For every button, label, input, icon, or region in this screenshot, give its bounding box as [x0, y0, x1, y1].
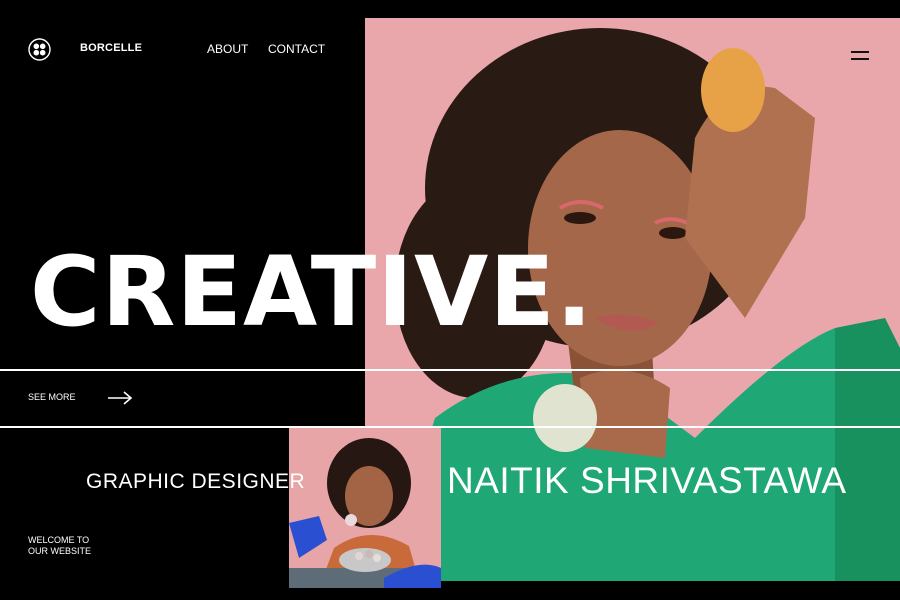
role-title: GRAPHIC DESIGNER [86, 470, 306, 493]
thumbnail-photo [289, 428, 441, 588]
arrow-right-icon[interactable] [107, 390, 133, 406]
thumbnail-photo-illustration [289, 428, 441, 588]
menu-icon-bar [851, 58, 869, 60]
welcome-line-1: WELCOME TO [28, 535, 90, 545]
welcome-line-2: OUR WEBSITE [28, 546, 92, 556]
divider-line-bottom [0, 426, 900, 428]
menu-icon-bar [851, 51, 869, 53]
brand-logo-icon[interactable] [28, 38, 51, 61]
divider-line-top [0, 369, 900, 371]
person-name: NAITIK SHRIVASTAWA [447, 460, 847, 501]
menu-icon[interactable] [851, 49, 869, 61]
hero-headline: CREATIVE. [30, 236, 594, 348]
nav-link-contact[interactable]: CONTACT [268, 42, 325, 56]
brand-name: BORCELLE [80, 42, 143, 54]
welcome-text: WELCOME TO OUR WEBSITE [28, 535, 118, 557]
nav-link-about[interactable]: ABOUT [207, 42, 248, 56]
see-more-link[interactable]: SEE MORE [28, 392, 76, 402]
